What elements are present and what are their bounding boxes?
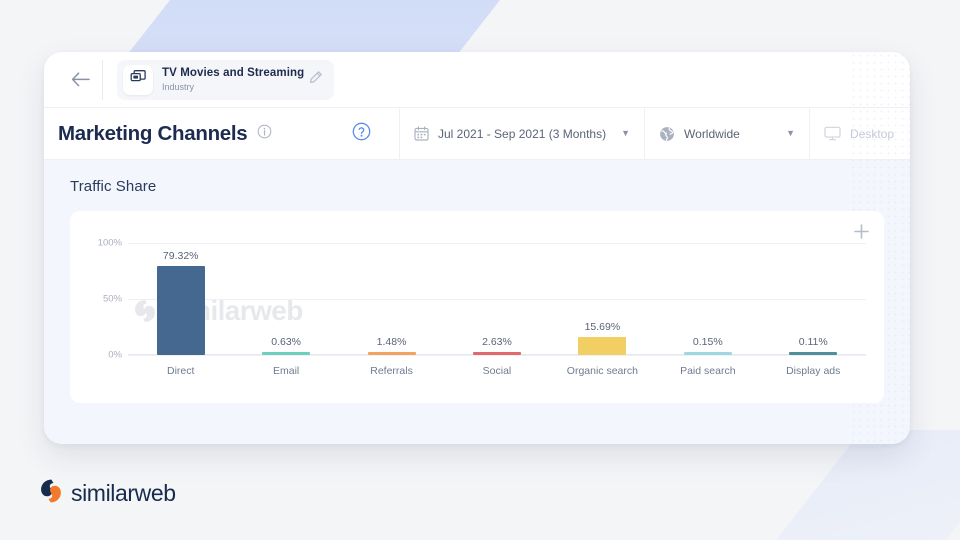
desktop-icon xyxy=(824,126,841,141)
similarweb-mark-icon xyxy=(38,478,64,509)
page-header-row: Marketing Channels xyxy=(44,108,910,160)
chart-category-label: Display ads xyxy=(786,365,840,377)
chart-bar-group[interactable]: 79.32% Direct xyxy=(128,211,233,403)
breadcrumb: TV Movies and Streaming Industry xyxy=(44,52,910,108)
chart-bar-value-label: 0.15% xyxy=(693,336,723,348)
edit-entity-button[interactable] xyxy=(304,68,328,92)
traffic-share-section: Traffic Share similarweb xyxy=(44,160,910,444)
chart-bar-value-label: 79.32% xyxy=(163,250,199,262)
device-filter[interactable]: Desktop xyxy=(809,108,908,159)
chart-category-label: Direct xyxy=(167,365,194,377)
chart-bar-group[interactable]: 2.63% Social xyxy=(444,211,549,403)
date-range-label: Jul 2021 - Sep 2021 (3 Months) xyxy=(438,127,606,141)
chevron-down-icon: ▼ xyxy=(611,129,630,138)
y-axis-tick-label: 50% xyxy=(78,294,122,305)
chart-category-label: Organic search xyxy=(567,365,638,377)
entity-text: TV Movies and Streaming Industry xyxy=(162,67,304,93)
chart-bars: 79.32% Direct 0.63% Email 1.48% Referrals 2.63… xyxy=(128,211,866,403)
chart-bar-value-label: 1.48% xyxy=(377,336,407,348)
similarweb-logo-text: similarweb xyxy=(71,480,176,507)
question-circle-icon xyxy=(352,122,371,146)
traffic-share-chart-panel: similarweb 0%50%100% 79.32%Direct0.63%Em… xyxy=(70,211,884,403)
chart-category-label: Paid search xyxy=(680,365,735,377)
chart-bar-group[interactable]: 1.48% Referrals xyxy=(339,211,444,403)
section-title: Traffic Share xyxy=(70,178,884,195)
chart-bar-value-label: 15.69% xyxy=(585,321,621,333)
chart-bar-group[interactable]: 15.69% Organic search xyxy=(550,211,655,403)
entity-chip[interactable]: TV Movies and Streaming Industry xyxy=(117,60,334,100)
chart-bar[interactable] xyxy=(578,337,626,355)
breadcrumb-divider xyxy=(102,60,103,100)
page-header-left: Marketing Channels xyxy=(44,108,399,159)
page-title-info-button[interactable] xyxy=(257,124,272,144)
chart-bar-value-label: 0.11% xyxy=(799,336,828,348)
entity-subtitle: Industry xyxy=(162,81,304,93)
globe-icon xyxy=(659,126,675,142)
geography-filter[interactable]: Worldwide ▼ xyxy=(644,108,809,159)
help-button[interactable] xyxy=(352,122,371,146)
dashboard-card: TV Movies and Streaming Industry Marketi… xyxy=(44,52,910,444)
chart-category-label: Social xyxy=(483,365,512,377)
calendar-icon xyxy=(414,126,429,141)
chart-bar-value-label: 0.63% xyxy=(271,336,301,348)
chart-bar-group[interactable]: 0.15% Paid search xyxy=(655,211,760,403)
arrow-left-icon xyxy=(71,72,90,87)
back-button[interactable] xyxy=(58,58,102,102)
device-label: Desktop xyxy=(850,127,894,141)
bar-chart: similarweb 0%50%100% 79.32%Direct0.63%Em… xyxy=(70,211,884,403)
y-axis-tick-label: 0% xyxy=(78,350,122,361)
chart-bar-value-label: 2.63% xyxy=(482,336,512,348)
chart-bar[interactable] xyxy=(684,352,732,355)
pencil-edit-icon xyxy=(309,70,323,89)
entity-title: TV Movies and Streaming xyxy=(162,67,304,80)
info-circle-icon xyxy=(257,124,272,144)
y-axis-tick-label: 100% xyxy=(78,238,122,249)
chart-bar[interactable] xyxy=(473,352,521,355)
chart-category-label: Referrals xyxy=(370,365,413,377)
chart-bar-group[interactable]: 0.11% Display ads xyxy=(761,211,866,403)
entity-icon-box xyxy=(123,65,153,95)
chart-bar[interactable] xyxy=(262,352,310,355)
geography-label: Worldwide xyxy=(684,127,740,141)
chart-category-label: Email xyxy=(273,365,299,377)
chart-bar[interactable] xyxy=(157,266,205,355)
date-range-filter[interactable]: Jul 2021 - Sep 2021 (3 Months) ▼ xyxy=(399,108,644,159)
similarweb-logo: similarweb xyxy=(38,478,176,509)
chart-bar[interactable] xyxy=(368,352,416,355)
industry-windows-icon xyxy=(130,69,147,90)
chart-bar[interactable] xyxy=(789,352,837,355)
page-title: Marketing Channels xyxy=(58,122,247,146)
chart-bar-group[interactable]: 0.63% Email xyxy=(233,211,338,403)
chevron-down-icon: ▼ xyxy=(776,129,795,138)
